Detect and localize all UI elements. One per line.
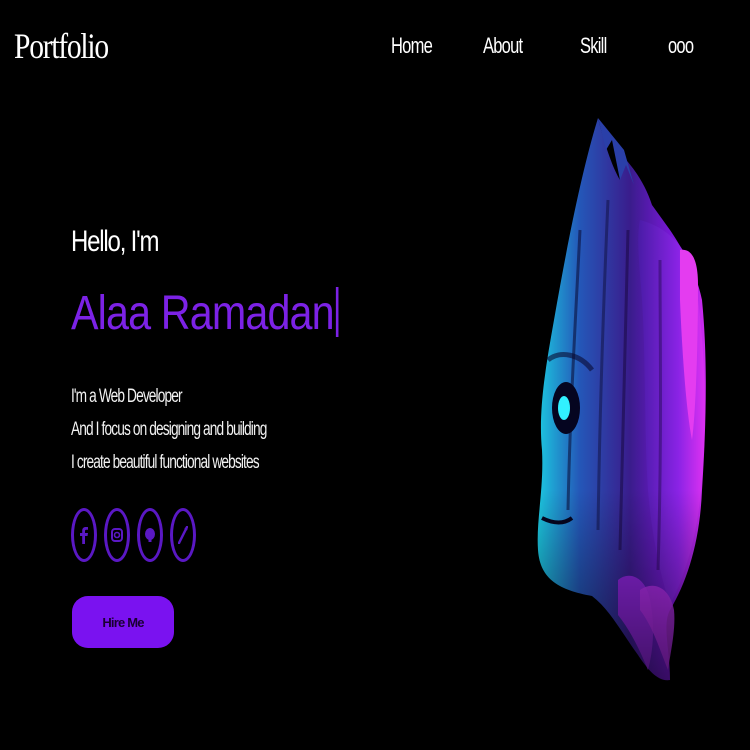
nav-link-skill[interactable]: Skill [580,30,607,62]
hero-name-text: Alaa Ramadan [71,287,335,340]
hero-description: I'm a Web Developer And I focus on desig… [71,380,401,479]
description-line: And I focus on designing and building [71,419,267,440]
nav-link-about[interactable]: About [483,30,523,62]
hire-me-button[interactable]: Hire Me [72,596,174,648]
typing-cursor [335,287,339,337]
hero-character-illustration [520,110,720,690]
linkedin-icon [178,526,188,544]
facebook-icon [80,526,88,544]
github-link[interactable] [137,508,163,562]
hero-name-heading: Alaa Ramadan [71,284,339,344]
nav-link-more[interactable]: ooo [668,30,694,62]
github-icon [144,527,156,543]
description-line: I create beautiful functional websites [71,452,260,473]
linkedin-link[interactable] [170,508,196,562]
nav-link-home[interactable]: Home [391,30,433,62]
description-line: I'm a Web Developer [71,386,183,407]
hero-greeting: Hello, I'm [71,225,159,258]
main-nav: Home About Skill ooo [0,30,750,62]
instagram-icon [111,527,123,543]
instagram-link[interactable] [104,508,130,562]
facebook-link[interactable] [71,508,97,562]
